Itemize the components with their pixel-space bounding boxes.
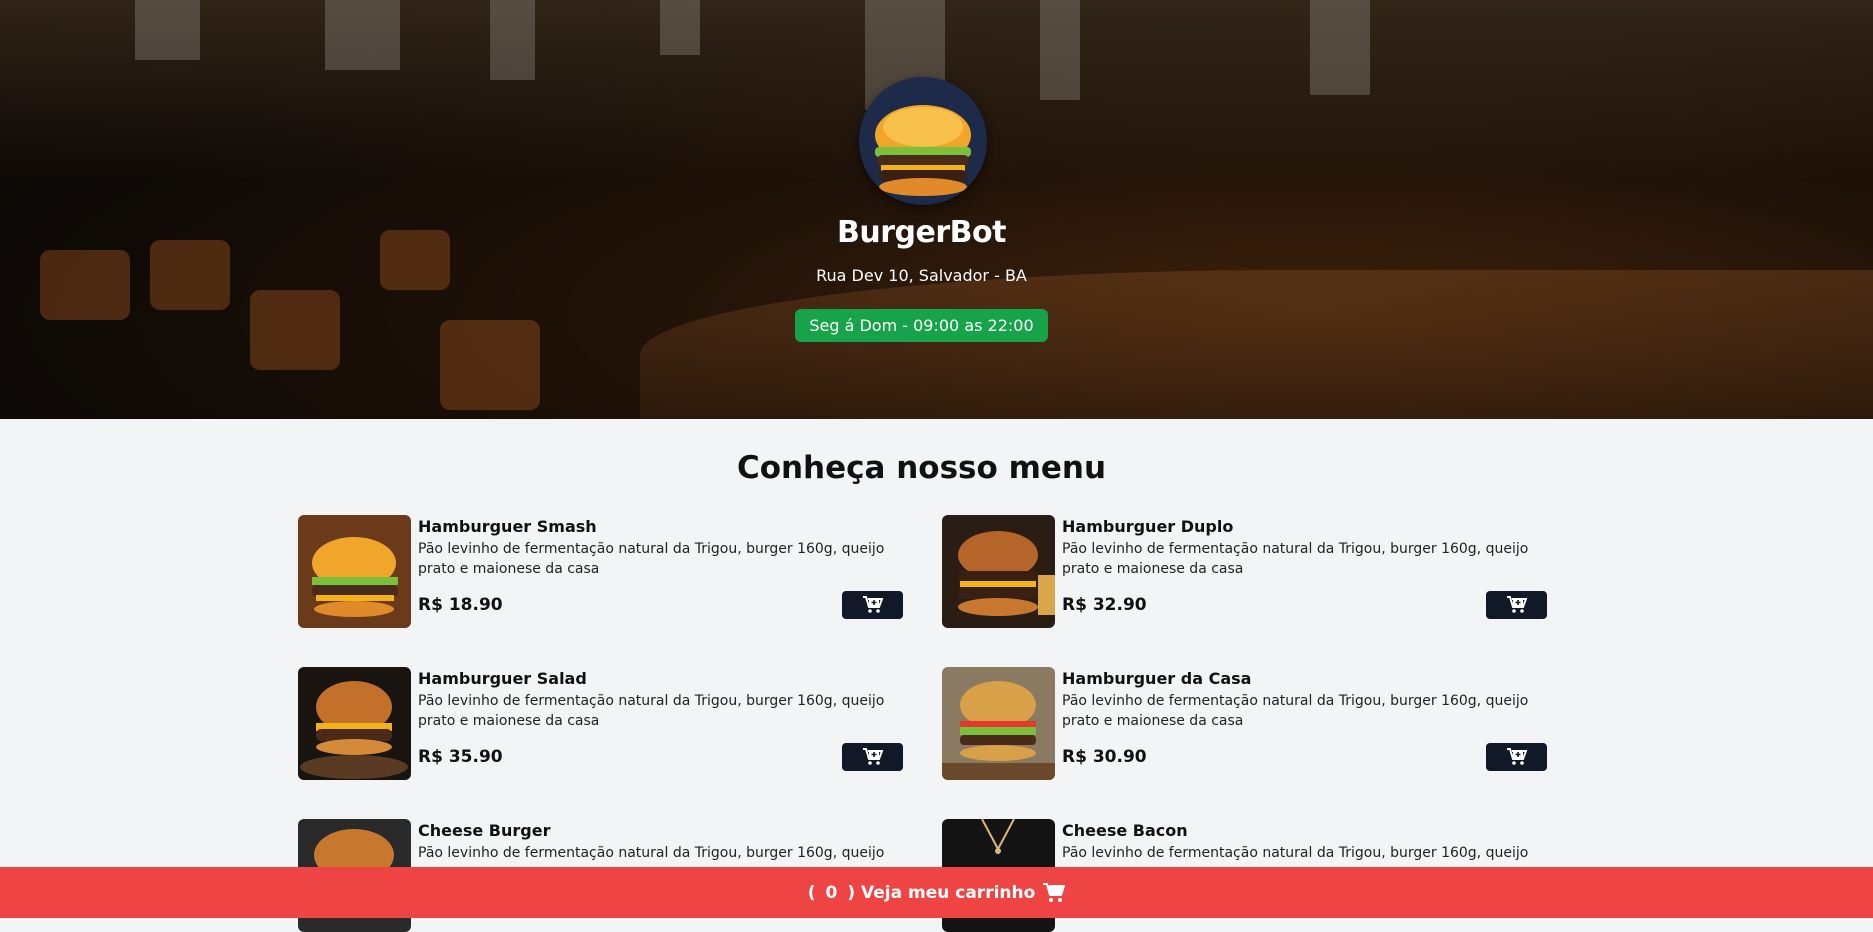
menu-title: Conheça nosso menu [736, 450, 1107, 486]
restaurant-chair [440, 320, 540, 410]
add-to-cart-button[interactable] [1486, 743, 1547, 771]
wall-poster [135, 0, 200, 60]
wall-poster [490, 0, 535, 80]
wall-poster [660, 0, 700, 55]
add-to-cart-button[interactable] [1486, 591, 1547, 619]
menu-item-name: Hamburguer Duplo [1062, 517, 1234, 536]
cart-count: 0 [825, 882, 838, 903]
menu-item-description: Pão levinho de fermentação natural da Tr… [1062, 541, 1529, 577]
restaurant-chair [250, 290, 340, 370]
cart-icon [1043, 882, 1066, 903]
menu-item-description: Pão levinho de fermentação natural da Tr… [1062, 693, 1529, 729]
cart-plus-icon [862, 596, 883, 613]
wall-poster [1040, 0, 1080, 100]
opening-hours-badge: Seg á Dom - 09:00 as 22:00 [795, 309, 1048, 342]
menu-item-description: Pão levinho de fermentação natural da Tr… [418, 693, 885, 729]
menu-item-name: Cheese Bacon [1062, 821, 1188, 840]
menu-item-name: Hamburguer Salad [418, 669, 587, 688]
cart-plus-icon [862, 748, 883, 765]
menu-item-description: Pão levinho de fermentação natural da Tr… [418, 541, 885, 577]
add-to-cart-button[interactable] [842, 743, 903, 771]
restaurant-address: Rua Dev 10, Salvador - BA [816, 266, 1027, 285]
menu-item-description: Pão levinho de fermentação natural da Tr… [418, 845, 885, 861]
burger-photo [298, 515, 411, 628]
cart-plus-icon [1506, 748, 1527, 765]
view-cart-label: ) Veja meu carrinho [847, 882, 1036, 903]
wall-poster [1310, 0, 1370, 95]
menu-item-name: Hamburguer da Casa [1062, 669, 1252, 688]
cart-open-paren: ( [807, 882, 816, 903]
menu-item: Hamburguer Duplo Pão levinho de fermenta… [942, 515, 1547, 628]
restaurant-logo [859, 77, 987, 205]
burger-photo [942, 667, 1055, 780]
burger-logo-image [859, 77, 987, 205]
restaurant-name: BurgerBot [837, 215, 1006, 250]
menu-item-price: R$ 35.90 [418, 747, 503, 767]
menu-item: Hamburguer Salad Pão levinho de fermenta… [298, 667, 903, 780]
menu-item-price: R$ 30.90 [1062, 747, 1147, 767]
view-cart-button[interactable]: ( 0 ) Veja meu carrinho [0, 867, 1873, 918]
hero-banner: BurgerBot Rua Dev 10, Salvador - BA Seg … [0, 0, 1873, 419]
restaurant-counter [640, 270, 1873, 419]
restaurant-chair [40, 250, 130, 320]
cart-plus-icon [1506, 596, 1527, 613]
burger-photo [942, 515, 1055, 628]
menu-item-name: Hamburguer Smash [418, 517, 597, 536]
menu-item-description: Pão levinho de fermentação natural da Tr… [1062, 845, 1529, 861]
menu-item-price: R$ 32.90 [1062, 595, 1147, 615]
menu-item-name: Cheese Burger [418, 821, 551, 840]
burger-photo [298, 667, 411, 780]
wall-poster [325, 0, 400, 70]
menu-item-price: R$ 18.90 [418, 595, 503, 615]
add-to-cart-button[interactable] [842, 591, 903, 619]
menu-item: Hamburguer da Casa Pão levinho de fermen… [942, 667, 1547, 780]
menu-item: Hamburguer Smash Pão levinho de fermenta… [298, 515, 903, 628]
